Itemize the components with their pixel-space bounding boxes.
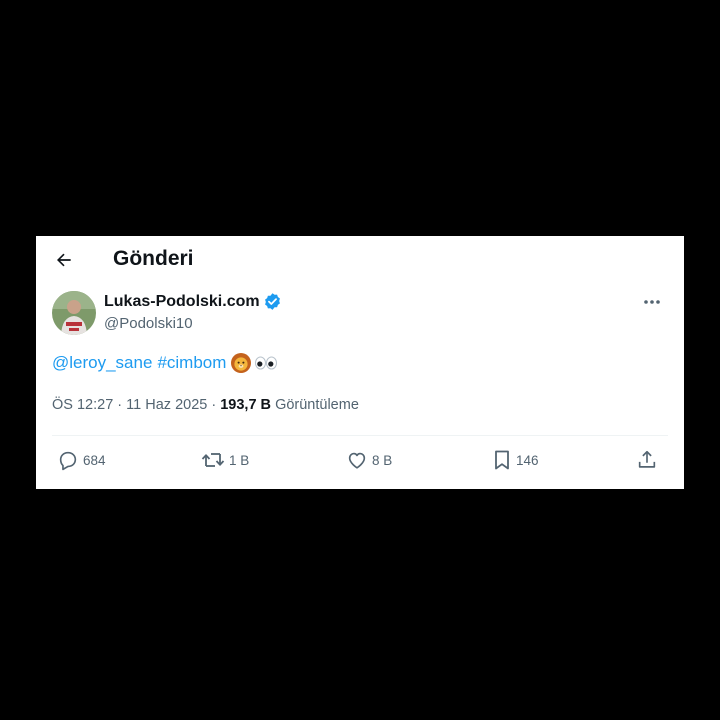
eyes-icon [254,355,278,371]
back-button[interactable] [50,246,78,274]
share-icon [638,450,656,468]
post-time[interactable]: ÖS 12:27 [52,397,113,413]
author-name-text: Lukas-Podolski.com [104,292,260,310]
lion-face-icon [230,352,252,374]
more-options-button[interactable] [640,294,664,310]
reply-icon [59,451,77,471]
retweet-count: 1 B [229,452,250,468]
mention-link[interactable]: @leroy_sane [52,353,152,373]
meta-separator: · [117,397,123,413]
reply-button[interactable]: 684 [57,449,106,471]
arrow-left-icon [57,253,71,267]
tweet-text: @leroy_sane #cimbom [52,352,278,374]
meta-separator: · [211,397,217,413]
bookmark-icon [495,450,509,470]
post-meta: ÖS 12:27 · 11 Haz 2025 · 193,7 B Görüntü… [52,397,359,413]
heart-icon [348,452,366,469]
post-date[interactable]: 11 Haz 2025 [126,397,207,413]
author-handle[interactable]: @Podolski10 [104,315,193,332]
share-button[interactable] [636,449,658,471]
reply-count: 684 [83,452,106,468]
avatar[interactable] [52,291,96,335]
bookmark-button[interactable]: 146 [492,449,539,471]
page-title: Gönderi [113,247,194,270]
post-header: Gönderi [36,236,684,284]
author-display-name[interactable]: Lukas-Podolski.com [104,292,282,311]
retweet-icon [201,453,225,467]
hashtag-link[interactable]: #cimbom [157,353,226,373]
avatar-image [52,291,96,335]
views-count: 193,7 B [220,397,272,413]
like-button[interactable]: 8 B [346,449,392,471]
retweet-button[interactable]: 1 B [201,449,249,471]
like-count: 8 B [372,452,393,468]
action-bar: 684 1 B 8 B 146 [36,436,684,488]
post-card: Gönderi Lukas-Podolski.com @Podolski10 @… [36,236,684,489]
bookmark-count: 146 [516,452,539,468]
more-icon [644,300,660,304]
verified-badge-icon [263,292,282,311]
views-label: Görüntüleme [275,397,359,413]
